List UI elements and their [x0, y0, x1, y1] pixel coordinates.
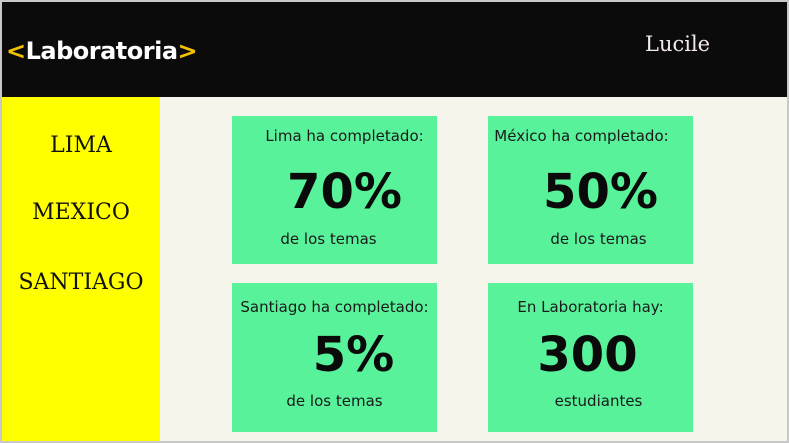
logo-right-chevron-icon: >	[177, 37, 198, 65]
card-caption: de los temas	[280, 230, 377, 248]
card-value: 50%	[543, 164, 658, 220]
stat-card-students: En Laboratoria hay: 300 estudiantes	[488, 283, 693, 432]
card-title: Lima ha completado:	[265, 127, 424, 145]
sidebar-item-lima[interactable]: LIMA	[2, 133, 160, 158]
stat-card-lima: Lima ha completado: 70% de los temas	[232, 116, 437, 264]
sidebar-item-santiago[interactable]: SANTIAGO	[2, 270, 160, 295]
logo-text: Laboratoria	[25, 37, 178, 65]
card-value: 300	[537, 327, 638, 383]
card-title: Santiago ha completado:	[240, 298, 429, 316]
user-name[interactable]: Lucile	[645, 32, 710, 56]
card-title: En Laboratoria hay:	[517, 298, 664, 316]
card-caption: estudiantes	[554, 392, 643, 410]
sidebar: LIMA MEXICO SANTIAGO	[2, 97, 160, 441]
card-value: 5%	[312, 327, 395, 383]
logo-left-chevron-icon: <	[6, 37, 26, 65]
card-value: 70%	[287, 164, 402, 220]
top-header: < Laboratoria > Lucile	[2, 2, 787, 97]
card-title: México ha completado:	[494, 127, 669, 145]
laboratoria-logo[interactable]: < Laboratoria >	[6, 35, 198, 67]
sidebar-item-mexico[interactable]: MEXICO	[2, 200, 160, 225]
stat-card-santiago: Santiago ha completado: 5% de los temas	[232, 283, 437, 432]
stat-card-mexico: México ha completado: 50% de los temas	[488, 116, 693, 264]
card-caption: de los temas	[550, 230, 647, 248]
app-frame: < Laboratoria > Lucile LIMA MEXICO SANTI…	[2, 2, 787, 441]
card-caption: de los temas	[286, 392, 383, 410]
